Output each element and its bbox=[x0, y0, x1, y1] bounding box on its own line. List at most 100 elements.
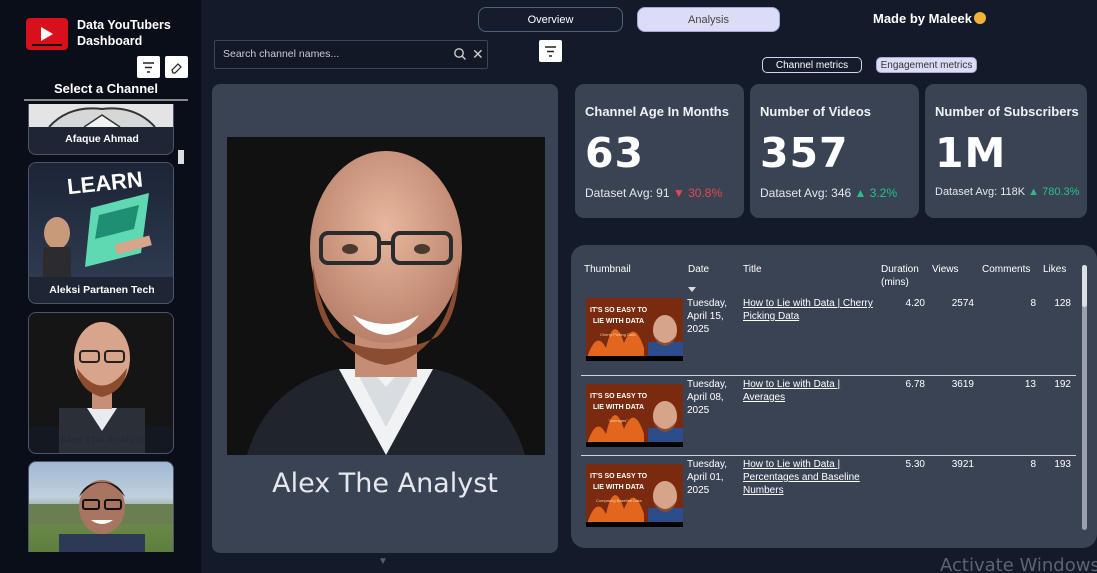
channel-thumbnail bbox=[29, 104, 173, 128]
kpi-value: 1M bbox=[935, 129, 1007, 177]
windows-activation-watermark: Activate Windows bbox=[940, 555, 1097, 573]
clear-search-icon[interactable]: ✕ bbox=[472, 46, 484, 63]
svg-text:Cherry Picking Data: Cherry Picking Data bbox=[600, 332, 636, 337]
channel-card-afaque[interactable]: Afaque Ahmad bbox=[28, 104, 174, 155]
svg-text:Comparing Baseline Data: Comparing Baseline Data bbox=[596, 498, 642, 503]
kpi-average-label: Dataset Avg: 118K bbox=[935, 186, 1026, 198]
video-views: 3619 bbox=[951, 379, 974, 390]
channel-profile-photo bbox=[227, 137, 545, 455]
author-credit: Made by Maleek bbox=[873, 11, 986, 26]
table-row[interactable]: IT'S SO EASY TO LIE WITH DATA Comparing … bbox=[581, 456, 1076, 536]
kpi-value: 357 bbox=[760, 129, 849, 177]
video-thumbnail[interactable]: IT'S SO EASY TO LIE WITH DATA "Averages" bbox=[586, 384, 683, 447]
filter-icon[interactable] bbox=[137, 56, 160, 78]
table-row[interactable]: IT'S SO EASY TO LIE WITH DATA Cherry Pic… bbox=[581, 295, 1076, 375]
channel-thumbnail: LEARN bbox=[29, 163, 173, 277]
svg-text:LIE WITH DATA: LIE WITH DATA bbox=[593, 484, 644, 491]
scrollbar-thumb[interactable] bbox=[1082, 265, 1087, 307]
svg-text:LIE WITH DATA: LIE WITH DATA bbox=[593, 318, 644, 325]
channel-thumbnail bbox=[29, 462, 173, 552]
video-likes: 128 bbox=[1054, 298, 1071, 309]
channel-name: Aleksi Partanen Tech bbox=[49, 284, 155, 296]
column-header-likes[interactable]: Likes bbox=[1043, 263, 1066, 276]
trend-up-icon: ▲ bbox=[1028, 186, 1040, 198]
video-title-link[interactable]: How to Lie with Data | Cherry Picking Da… bbox=[743, 297, 873, 323]
sidebar: Data YouTubers Dashboard Select a Channe… bbox=[0, 0, 201, 573]
video-views: 2574 bbox=[951, 298, 974, 309]
kpi-average-label: Dataset Avg: 91 bbox=[585, 186, 670, 200]
channel-list[interactable]: Afaque Ahmad LEARN Aleksi Partanen Tech bbox=[24, 104, 184, 552]
kpi-average: Dataset Avg: 118K ▲ 780.3% bbox=[935, 186, 1079, 198]
kpi-delta: 3.2% bbox=[869, 186, 898, 200]
thumb-learn-text: LEARN bbox=[66, 166, 144, 199]
table-scrollbar[interactable] bbox=[1082, 265, 1087, 530]
eraser-icon[interactable] bbox=[165, 56, 188, 78]
filter-icon[interactable] bbox=[539, 40, 562, 62]
video-title-link[interactable]: How to Lie with Data | Percentages and B… bbox=[743, 458, 873, 497]
video-thumbnail[interactable]: IT'S SO EASY TO LIE WITH DATA Comparing … bbox=[586, 464, 683, 527]
kpi-card-channel-age: Channel Age In Months 63 Dataset Avg: 91… bbox=[575, 84, 744, 218]
video-thumbnail[interactable]: IT'S SO EASY TO LIE WITH DATA Cherry Pic… bbox=[586, 298, 683, 361]
sidebar-scrollbar[interactable] bbox=[178, 150, 184, 164]
video-duration: 4.20 bbox=[905, 298, 925, 309]
kpi-title: Number of Subscribers bbox=[935, 104, 1079, 119]
analysis-button[interactable]: Analysis bbox=[637, 7, 780, 32]
video-date: Tuesday, April 01, 2025 bbox=[687, 459, 728, 496]
kpi-title: Number of Videos bbox=[760, 104, 872, 119]
video-duration: 6.78 bbox=[905, 379, 925, 390]
column-header-thumbnail[interactable]: Thumbnail bbox=[584, 263, 631, 276]
app-title: Data YouTubers Dashboard bbox=[77, 18, 171, 48]
kpi-title: Channel Age In Months bbox=[585, 104, 729, 119]
channel-name: Alex The Analyst bbox=[59, 434, 145, 446]
video-table: Thumbnail Date Title Duration (mins) Vie… bbox=[571, 245, 1097, 548]
video-views: 3921 bbox=[951, 459, 974, 470]
channel-card-4[interactable] bbox=[28, 461, 174, 552]
column-header-comments[interactable]: Comments bbox=[982, 263, 1030, 276]
svg-text:"Averages": "Averages" bbox=[608, 418, 628, 423]
engagement-metrics-tab[interactable]: Engagement metrics bbox=[876, 57, 977, 73]
kpi-average: Dataset Avg: 91 ▼ 30.8% bbox=[585, 186, 722, 200]
column-header-duration[interactable]: Duration (mins) bbox=[881, 263, 926, 289]
video-date: Tuesday, April 15, 2025 bbox=[687, 298, 728, 335]
video-comments: 13 bbox=[1024, 379, 1036, 390]
channel-thumbnail bbox=[29, 313, 173, 453]
trend-up-icon: ▲ bbox=[854, 186, 867, 200]
select-channel-label: Select a Channel bbox=[24, 81, 188, 101]
search-icon[interactable] bbox=[453, 47, 467, 61]
channel-card-aleksi[interactable]: LEARN Aleksi Partanen Tech bbox=[28, 162, 174, 304]
kpi-average: Dataset Avg: 346 ▲ 3.2% bbox=[760, 186, 897, 200]
emoji-icon bbox=[974, 12, 986, 24]
author-credit-text: Made by Maleek bbox=[873, 11, 972, 26]
overview-button[interactable]: Overview bbox=[478, 7, 623, 32]
svg-text:LIE WITH DATA: LIE WITH DATA bbox=[593, 404, 644, 411]
youtube-logo-icon bbox=[26, 18, 68, 50]
video-title-link[interactable]: How to Lie with Data | Averages bbox=[743, 378, 873, 404]
svg-text:IT'S SO EASY TO: IT'S SO EASY TO bbox=[590, 307, 648, 314]
search-input[interactable] bbox=[223, 48, 443, 60]
channel-profile-panel: Alex The Analyst bbox=[212, 84, 558, 553]
table-row[interactable]: IT'S SO EASY TO LIE WITH DATA "Averages"… bbox=[581, 376, 1076, 456]
channel-metrics-tab[interactable]: Channel metrics bbox=[762, 57, 862, 73]
column-header-views[interactable]: Views bbox=[932, 263, 959, 276]
chevron-down-icon[interactable]: ▼ bbox=[378, 556, 388, 567]
kpi-delta: 780.3% bbox=[1042, 186, 1080, 198]
video-likes: 192 bbox=[1054, 379, 1071, 390]
channel-search[interactable]: ✕ bbox=[214, 40, 488, 69]
column-header-title[interactable]: Title bbox=[743, 263, 762, 276]
video-duration: 5.30 bbox=[905, 459, 925, 470]
kpi-card-subscribers: Number of Subscribers 1M Dataset Avg: 11… bbox=[925, 84, 1087, 218]
svg-text:IT'S SO EASY TO: IT'S SO EASY TO bbox=[590, 473, 648, 480]
video-likes: 193 bbox=[1054, 459, 1071, 470]
kpi-value: 63 bbox=[585, 129, 645, 177]
video-date: Tuesday, April 08, 2025 bbox=[687, 379, 728, 416]
svg-text:IT'S SO EASY TO: IT'S SO EASY TO bbox=[590, 393, 648, 400]
column-header-date[interactable]: Date bbox=[688, 263, 709, 276]
channel-card-alex[interactable]: Alex The Analyst bbox=[28, 312, 174, 454]
channel-profile-name: Alex The Analyst bbox=[272, 468, 498, 499]
sort-descending-icon[interactable] bbox=[688, 287, 696, 292]
video-comments: 8 bbox=[1030, 459, 1036, 470]
trend-down-icon: ▼ bbox=[672, 186, 685, 200]
kpi-average-label: Dataset Avg: 346 bbox=[760, 186, 852, 200]
video-comments: 8 bbox=[1030, 298, 1036, 309]
channel-name: Afaque Ahmad bbox=[65, 133, 139, 145]
